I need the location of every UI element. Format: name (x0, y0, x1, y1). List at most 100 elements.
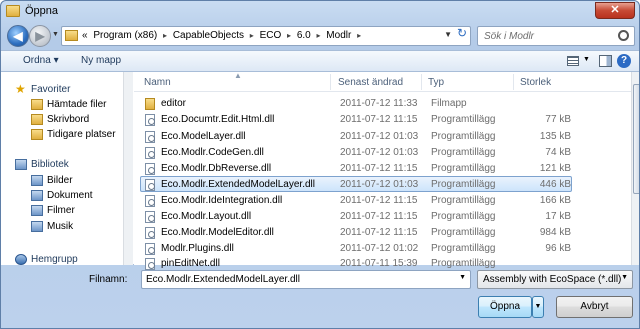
sidebar-item-label: Bibliotek (31, 159, 69, 170)
filename-value: Eco.Modlr.ExtendedModelLayer.dll (146, 274, 300, 285)
column-divider[interactable] (330, 74, 331, 90)
breadcrumb: « Program (x86) ▸ CapableObjects ▸ ECO ▸… (82, 30, 364, 41)
file-type: Filmapp (431, 98, 467, 109)
search-input[interactable]: Sök i Modlr (477, 26, 635, 46)
column-modified[interactable]: Senast ändrad (338, 77, 403, 88)
close-button[interactable]: ✕ (595, 2, 635, 19)
file-row[interactable]: Eco.Modlr.DbReverse.dll 2011-07-12 11:15… (140, 160, 572, 176)
column-divider[interactable] (421, 74, 422, 90)
file-modified: 2011-07-12 01:03 (340, 131, 419, 142)
organize-button[interactable]: Ordna ▾ (23, 55, 59, 66)
file-modified: 2011-07-12 11:15 (340, 211, 418, 222)
window-title: Öppna (25, 5, 59, 17)
sidebar-item-label: Dokument (47, 190, 93, 201)
chevron-down-icon[interactable]: ▼ (459, 274, 466, 281)
file-row-selected[interactable]: Eco.Modlr.ExtendedModelLayer.dll 2011-07… (140, 176, 572, 192)
file-modified: 2011-07-12 01:02 (340, 243, 419, 254)
chevron-right-icon[interactable]: ▸ (317, 31, 321, 40)
file-row[interactable]: Eco.Modlr.Layout.dll 2011-07-12 11:15 Pr… (140, 208, 572, 224)
file-type: Programtillägg (431, 114, 496, 125)
file-row[interactable]: Eco.Modlr.CodeGen.dll 2011-07-12 01:03 P… (140, 144, 572, 160)
cancel-button[interactable]: Avbryt (556, 296, 633, 318)
file-list-scrollbar[interactable] (631, 72, 639, 265)
column-name[interactable]: Namn (144, 77, 171, 88)
breadcrumb-modlr[interactable]: Modlr (326, 30, 351, 41)
open-button[interactable]: Öppna (478, 296, 532, 318)
chevron-right-icon[interactable]: ▸ (163, 31, 167, 40)
chevron-right-icon[interactable]: ▸ (250, 31, 254, 40)
address-dropdown-icon[interactable]: ▼ (444, 30, 452, 39)
library-icon (31, 175, 43, 186)
column-divider[interactable] (513, 74, 514, 90)
scrollbar-thumb[interactable] (633, 84, 639, 194)
forward-button[interactable]: ▶ (29, 25, 51, 47)
sort-arrow-icon: ▲ (234, 71, 242, 80)
file-size: 166 kB (539, 195, 571, 206)
folder-icon (6, 5, 20, 17)
file-type: Programtillägg (431, 131, 496, 142)
file-size: 77 kB (545, 114, 571, 125)
file-name: Eco.Modlr.Layout.dll (161, 211, 252, 222)
filename-label: Filnamn: (89, 274, 128, 285)
open-dialog: Öppna ✕ ◀ ▶ ▼ « Program (x86) ▸ CapableO… (0, 0, 640, 329)
column-type[interactable]: Typ (428, 77, 444, 88)
chevron-down-icon[interactable]: ▼ (621, 274, 628, 281)
folder-icon (31, 99, 43, 110)
filename-input[interactable]: Eco.Modlr.ExtendedModelLayer.dll ▼ (141, 270, 471, 289)
star-icon: ★ (15, 82, 26, 96)
breadcrumb-program-x86[interactable]: Program (x86) (93, 30, 157, 41)
file-modified: 2011-07-12 11:15 (340, 114, 418, 125)
folder-icon (31, 114, 43, 125)
file-modified: 2011-07-12 11:15 (340, 227, 418, 238)
network-icon (15, 254, 27, 265)
sidebar-item-label: Tidigare platser (47, 129, 116, 140)
refresh-icon[interactable]: ↻ (457, 26, 471, 40)
file-row[interactable]: Eco.Modlr.ModelEditor.dll 2011-07-12 11:… (140, 224, 572, 240)
dll-file-icon (145, 243, 155, 255)
column-headers: Namn ▲ Senast ändrad Typ Storlek (134, 71, 631, 92)
search-placeholder: Sök i Modlr (484, 31, 535, 42)
file-row[interactable]: Eco.Modlr.IdeIntegration.dll 2011-07-12 … (140, 192, 572, 208)
dll-file-icon (145, 147, 155, 159)
chevron-right-icon[interactable]: ▸ (287, 31, 291, 40)
file-type: Programtillägg (431, 211, 496, 222)
file-type: Programtillägg (431, 147, 496, 158)
file-type: Programtillägg (431, 163, 496, 174)
breadcrumb-eco[interactable]: ECO (260, 30, 282, 41)
file-name: Eco.Modlr.DbReverse.dll (161, 163, 272, 174)
help-icon[interactable]: ? (617, 54, 631, 68)
file-name: editor (161, 98, 187, 109)
preview-pane-icon[interactable] (599, 55, 612, 67)
sidebar-scrollbar[interactable] (123, 72, 133, 265)
new-folder-button[interactable]: Ny mapp (81, 55, 121, 66)
dll-file-icon (145, 227, 155, 239)
address-bar[interactable]: « Program (x86) ▸ CapableObjects ▸ ECO ▸… (61, 26, 471, 46)
breadcrumb-overflow[interactable]: « (82, 30, 88, 41)
title-bar: Öppna ✕ (1, 1, 639, 23)
file-list: Namn ▲ Senast ändrad Typ Storlek editor … (134, 71, 639, 270)
open-options-button[interactable]: ▼ (532, 296, 544, 318)
sidebar-item-label: Favoriter (31, 84, 71, 95)
file-modified: 2011-07-12 11:33 (340, 98, 418, 109)
library-icon (15, 159, 27, 170)
file-type-select[interactable]: Assembly with EcoSpace (*.dll) ▼ (477, 270, 633, 289)
back-button[interactable]: ◀ (7, 25, 29, 47)
file-row[interactable]: Eco.Documtr.Edit.Html.dll 2011-07-12 11:… (140, 111, 572, 127)
file-modified: 2011-07-12 01:03 (340, 179, 419, 190)
file-size: 74 kB (545, 147, 571, 158)
breadcrumb-6-0[interactable]: 6.0 (297, 30, 311, 41)
history-dropdown-icon[interactable]: ▼ (52, 31, 59, 38)
file-name: Eco.Modlr.IdeIntegration.dll (161, 195, 283, 206)
file-row[interactable]: Modlr.Plugins.dll 2011-07-12 01:02 Progr… (140, 240, 572, 256)
file-type: Programtillägg (431, 227, 496, 238)
command-bar: Ordna ▾ Ny mapp ▼ ? (1, 50, 639, 72)
views-dropdown-icon[interactable]: ▼ (583, 56, 590, 63)
file-row-editor[interactable]: editor 2011-07-12 11:33 Filmapp (140, 95, 572, 111)
column-size[interactable]: Storlek (520, 77, 551, 88)
dll-file-icon (145, 114, 155, 126)
breadcrumb-capableobjects[interactable]: CapableObjects (173, 30, 244, 41)
views-icon[interactable] (567, 56, 579, 66)
search-icon[interactable] (618, 30, 629, 41)
file-row[interactable]: Eco.ModelLayer.dll 2011-07-12 01:03 Prog… (140, 128, 572, 144)
chevron-right-icon[interactable]: ▸ (357, 31, 361, 40)
